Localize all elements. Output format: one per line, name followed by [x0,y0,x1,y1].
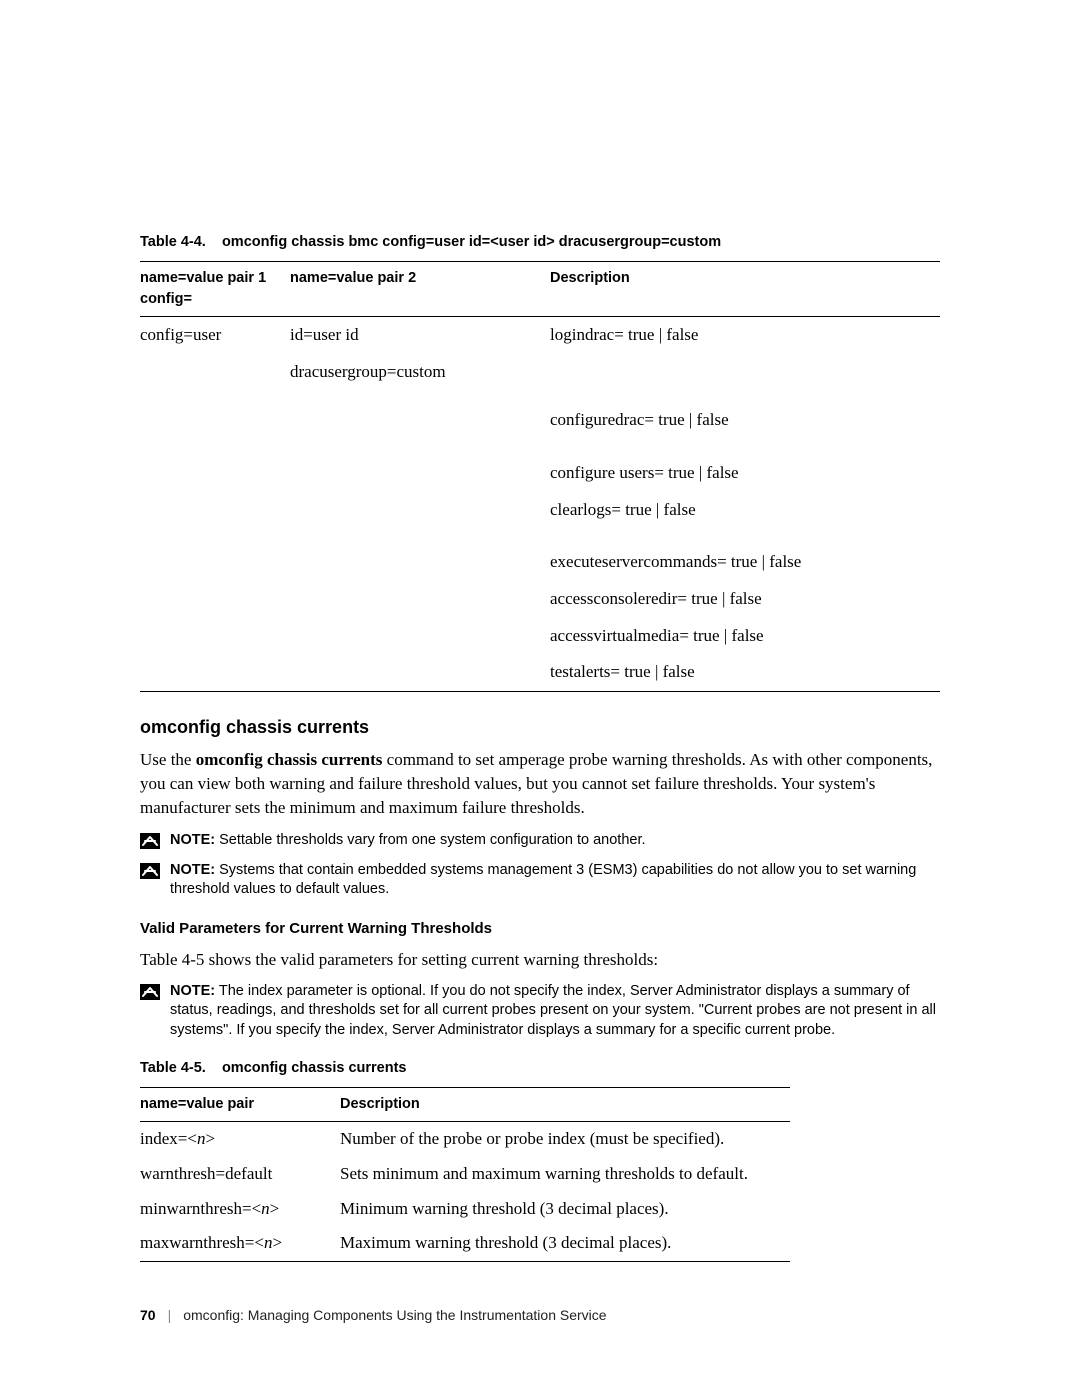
table-4-4-header-col1: name=value pair 1 config= [140,262,290,317]
note-icon [140,984,160,1000]
table-cell: clearlogs= true | false [550,492,940,529]
table-cell-desc: Sets minimum and maximum warning thresho… [340,1157,790,1192]
table-cell: logindrac= true | false [550,317,940,354]
table-row: minwarnthresh=<n> Minimum warning thresh… [140,1192,790,1227]
note-1: NOTE: Settable thresholds vary from one … [140,831,940,851]
note-body: The index parameter is optional. If you … [170,983,936,1038]
note-text: NOTE: Settable thresholds vary from one … [170,831,646,851]
table-4-5-header-desc: Description [340,1088,790,1122]
body-text: Use the [140,750,196,769]
table-cell: config=user [140,317,290,354]
caption-title: omconfig chassis bmc config=user id=<use… [222,234,721,250]
caption-label: Table 4-5. [140,1060,206,1076]
note-icon [140,863,160,879]
table-4-4-caption: Table 4-4. omconfig chassis bmc config=u… [140,232,940,253]
table-4-4-header-col3: Description [550,262,940,317]
table-cell [290,439,550,492]
table-4-5-caption: Table 4-5. omconfig chassis currents [140,1058,940,1079]
table-cell [290,528,550,581]
body-paragraph-2: Table 4-5 shows the valid parameters for… [140,948,940,972]
table-cell [140,581,290,618]
table-cell: configuredrac= true | false [550,390,940,439]
table-cell-desc: Minimum warning threshold (3 decimal pla… [340,1192,790,1227]
table-cell [140,390,290,439]
note-text: NOTE: The index parameter is optional. I… [170,982,940,1041]
table-cell: accessvirtualmedia= true | false [550,618,940,655]
note-label: NOTE: [170,983,215,999]
note-3: NOTE: The index parameter is optional. I… [140,982,940,1041]
table-cell: executeservercommands= true | false [550,528,940,581]
table-cell [290,492,550,529]
table-cell [290,618,550,655]
note-body: Settable thresholds vary from one system… [215,832,645,848]
note-label: NOTE: [170,832,215,848]
table-row: warnthresh=default Sets minimum and maxi… [140,1157,790,1192]
cell-text: > [272,1233,282,1252]
table-4-4-header-col2: name=value pair 2 [290,262,550,317]
table-cell [140,618,290,655]
table-cell: dracusergroup=custom [290,354,550,391]
caption-title: omconfig chassis currents [222,1060,407,1076]
section-heading-currents: omconfig chassis currents [140,714,940,740]
table-cell: accessconsoleredir= true | false [550,581,940,618]
table-row: index=<n> Number of the probe or probe i… [140,1122,790,1157]
table-cell [290,390,550,439]
table-cell [290,581,550,618]
note-label: NOTE: [170,862,215,878]
table-cell-desc: Maximum warning threshold (3 decimal pla… [340,1226,790,1261]
table-cell: testalerts= true | false [550,654,940,691]
table-cell: id=user id [290,317,550,354]
cell-text: warnthresh=default [140,1164,272,1183]
cell-text: > [270,1199,280,1218]
table-cell-desc: Number of the probe or probe index (must… [340,1122,790,1157]
header-text: config= [140,289,282,310]
cell-var: n [261,1199,270,1218]
cell-text: minwarnthresh=< [140,1199,261,1218]
table-4-4: name=value pair 1 config= name=value pai… [140,261,940,692]
footer-title: omconfig: Managing Components Using the … [183,1305,606,1325]
table-cell-name: minwarnthresh=<n> [140,1192,340,1227]
cell-text: > [205,1129,215,1148]
table-cell-name: maxwarnthresh=<n> [140,1226,340,1261]
note-icon [140,833,160,849]
cell-text: index=< [140,1129,197,1148]
table-cell [140,528,290,581]
note-body: Systems that contain embedded systems ma… [170,862,916,898]
caption-label: Table 4-4. [140,234,206,250]
table-row: maxwarnthresh=<n> Maximum warning thresh… [140,1226,790,1261]
table-cell [290,654,550,691]
table-cell-name: index=<n> [140,1122,340,1157]
table-cell-name: warnthresh=default [140,1157,340,1192]
footer-separator: | [168,1305,172,1325]
table-cell [140,654,290,691]
note-text: NOTE: Systems that contain embedded syst… [170,861,940,900]
body-command: omconfig chassis currents [196,750,383,769]
table-cell [140,354,290,391]
table-4-5: name=value pair Description index=<n> Nu… [140,1087,790,1262]
table-4-5-header-name: name=value pair [140,1088,340,1122]
header-text: name=value pair 1 [140,268,282,289]
page-footer: 70 | omconfig: Managing Components Using… [140,1305,607,1325]
note-2: NOTE: Systems that contain embedded syst… [140,861,940,900]
table-cell [140,492,290,529]
table-cell [550,354,940,391]
cell-text: maxwarnthresh=< [140,1233,264,1252]
table-cell: configure users= true | false [550,439,940,492]
page-number: 70 [140,1305,156,1325]
body-paragraph: Use the omconfig chassis currents comman… [140,748,940,819]
subheading-valid-params: Valid Parameters for Current Warning Thr… [140,918,940,940]
table-cell [140,439,290,492]
